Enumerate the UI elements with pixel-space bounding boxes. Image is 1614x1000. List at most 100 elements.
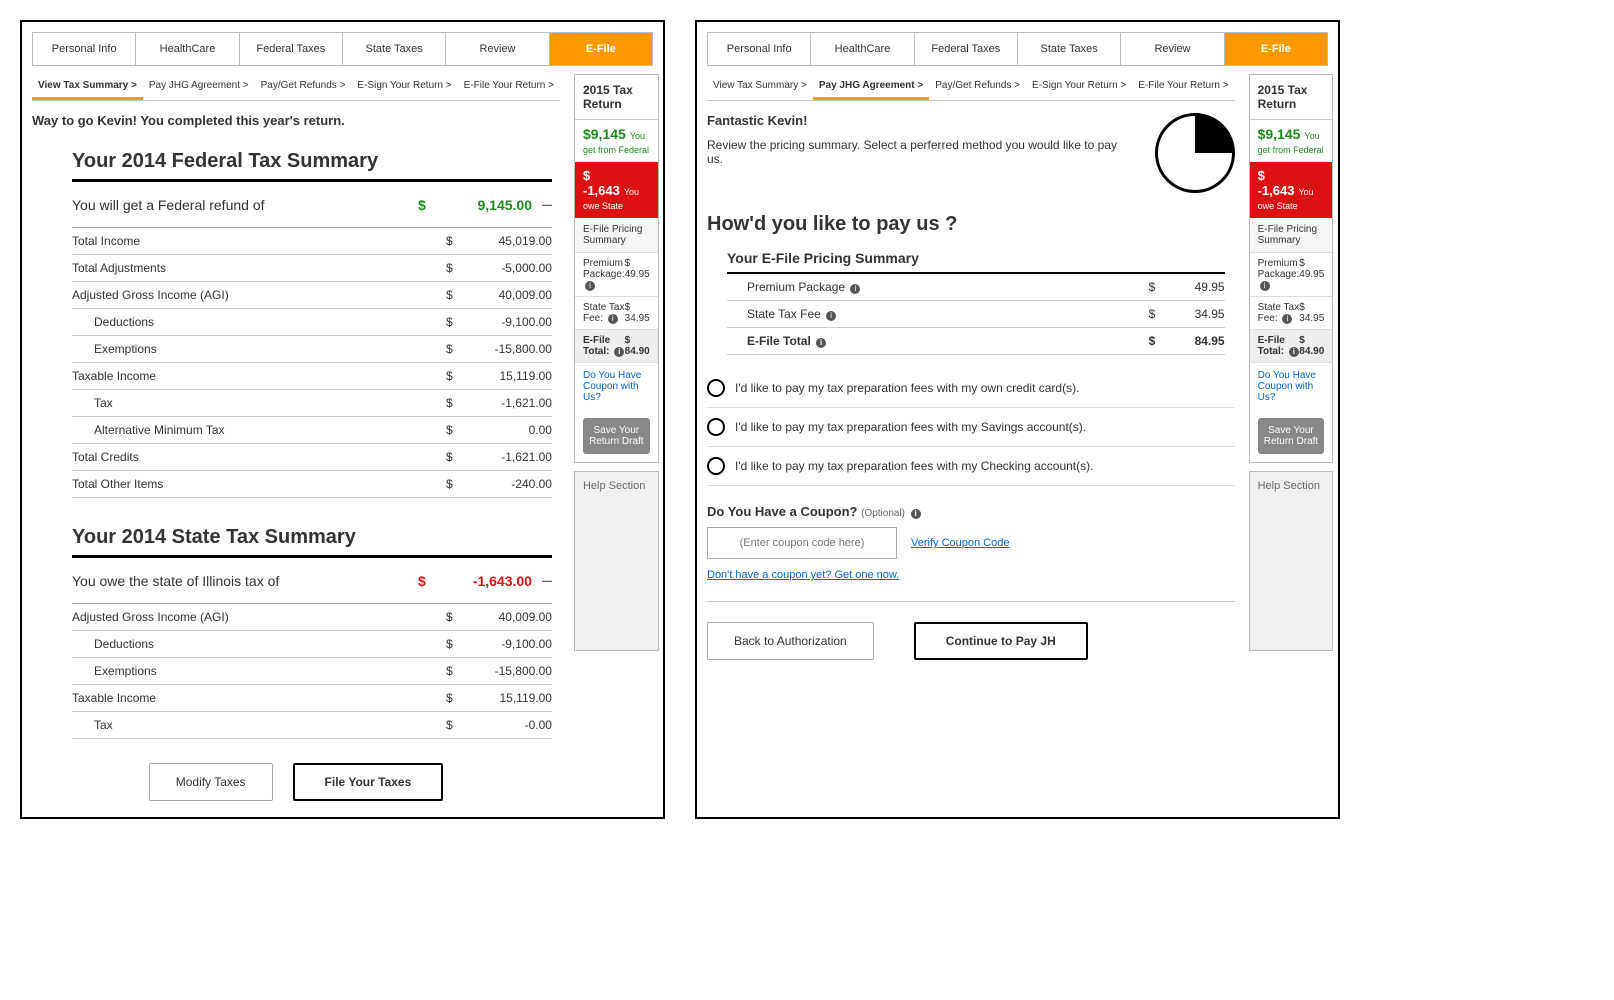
nav-tab[interactable]: Federal Taxes (240, 33, 343, 65)
summary-row: Taxable Income$15,119.00 (72, 685, 552, 712)
subnav-step[interactable]: View Tax Summary > (32, 74, 143, 100)
screen-tax-summary: Personal InfoHealthCareFederal TaxesStat… (20, 20, 665, 819)
state-title: Your 2014 State Tax Summary (72, 520, 552, 558)
subnav-step[interactable]: Pay/Get Refunds > (929, 74, 1026, 100)
help-section: Help Section (574, 471, 659, 651)
subnav-step[interactable]: E-File Your Return > (1132, 74, 1234, 100)
subnav-step[interactable]: Pay JHG Agreement > (813, 74, 929, 100)
subnav-step[interactable]: Pay/Get Refunds > (255, 74, 352, 100)
summary-row: Total Adjustments$-5,000.00 (72, 255, 552, 282)
save-draft-button[interactable]: Save Your Return Draft (1258, 418, 1325, 454)
federal-hero-label: You will get a Federal refund of (72, 197, 418, 213)
sidebar-refund: $9,145You get from Federal (1250, 120, 1333, 162)
nav-tab[interactable]: E-File (1225, 33, 1327, 65)
sidebar-price-line: E-File Total: i$ 84.90 (1250, 330, 1333, 363)
continue-button[interactable]: Continue to Pay JH (914, 622, 1088, 660)
intro-heading: Fantastic Kevin! (707, 113, 1135, 128)
radio-icon[interactable] (707, 418, 725, 436)
pricing-title: Your E-File Pricing Summary (727, 250, 1225, 274)
sidebar-price-line: Premium Package: i$ 49.95 (575, 253, 658, 297)
summary-row: Tax$-1,621.00 (72, 390, 552, 417)
subnav-step[interactable]: E-File Your Return > (458, 74, 560, 100)
sidebar-coupon-link[interactable]: Do You Have Coupon with Us? (575, 363, 658, 410)
sidebar-price-line: State Tax Fee: i$ 34.95 (1250, 297, 1333, 330)
get-coupon-link[interactable]: Don't have a coupon yet? Get one now. (707, 569, 899, 581)
file-taxes-button[interactable]: File Your Taxes (293, 763, 444, 801)
subnav-step[interactable]: Pay JHG Agreement > (143, 74, 255, 100)
nav-tab[interactable]: State Taxes (1018, 33, 1121, 65)
summary-row: Total Other Items$-240.00 (72, 471, 552, 498)
coupon-input[interactable] (707, 527, 897, 559)
info-icon[interactable]: i (585, 281, 595, 291)
nav-tab[interactable]: Personal Info (33, 33, 136, 65)
sidebar-owe: $ -1,643You owe State (1250, 162, 1333, 218)
sidebar-pricing-header: E-File Pricing Summary (575, 218, 658, 253)
price-row: E-File Total i$84.95 (727, 328, 1225, 355)
nav-tab[interactable]: State Taxes (343, 33, 446, 65)
info-icon[interactable]: i (608, 314, 618, 324)
sidebar-price-line: Premium Package: i$ 49.95 (1250, 253, 1333, 297)
nav-tab[interactable]: Personal Info (708, 33, 811, 65)
subnav-step[interactable]: View Tax Summary > (707, 74, 813, 100)
info-icon[interactable]: i (1260, 281, 1270, 291)
federal-title: Your 2014 Federal Tax Summary (72, 144, 552, 182)
verify-coupon-link[interactable]: Verify Coupon Code (911, 537, 1009, 549)
federal-refund-hero: You will get a Federal refund of $ 9,145… (72, 182, 552, 228)
nav-tab[interactable]: HealthCare (136, 33, 239, 65)
coupon-heading: Do You Have a Coupon? (Optional) i (707, 504, 1235, 519)
summary-row: Total Credits$-1,621.00 (72, 444, 552, 471)
info-icon[interactable]: i (1282, 314, 1292, 324)
sidebar-coupon-link[interactable]: Do You Have Coupon with Us? (1250, 363, 1333, 410)
sub-nav: View Tax Summary >Pay JHG Agreement >Pay… (707, 74, 1235, 101)
summary-row: Adjusted Gross Income (AGI)$40,009.00 (72, 282, 552, 309)
summary-row: Tax$-0.00 (72, 712, 552, 739)
info-icon[interactable]: i (826, 311, 836, 321)
subnav-step[interactable]: E-Sign Your Return > (351, 74, 457, 100)
summary-row: Total Income$45,019.00 (72, 228, 552, 255)
top-nav: Personal InfoHealthCareFederal TaxesStat… (32, 32, 653, 66)
subnav-step[interactable]: E-Sign Your Return > (1026, 74, 1132, 100)
summary-row: Deductions$-9,100.00 (72, 309, 552, 336)
sidebar-return-box: 2015 Tax Return$9,145You get from Federa… (574, 74, 659, 463)
save-draft-button[interactable]: Save Your Return Draft (583, 418, 650, 454)
payment-option[interactable]: I'd like to pay my tax preparation fees … (707, 369, 1235, 408)
sub-nav: View Tax Summary >Pay JHG Agreement >Pay… (32, 74, 560, 101)
payment-option[interactable]: I'd like to pay my tax preparation fees … (707, 447, 1235, 486)
price-row: State Tax Fee i$34.95 (727, 301, 1225, 328)
back-button[interactable]: Back to Authorization (707, 622, 874, 660)
payment-option[interactable]: I'd like to pay my tax preparation fees … (707, 408, 1235, 447)
info-icon[interactable]: i (1289, 347, 1299, 357)
info-icon[interactable]: i (816, 338, 826, 348)
info-icon[interactable]: i (911, 509, 921, 519)
nav-tab[interactable]: HealthCare (811, 33, 914, 65)
collapse-icon[interactable]: – (532, 194, 552, 215)
modify-taxes-button[interactable]: Modify Taxes (149, 763, 273, 801)
radio-icon[interactable] (707, 457, 725, 475)
sidebar-title: 2015 Tax Return (575, 75, 658, 120)
summary-row: Alternative Minimum Tax$0.00 (72, 417, 552, 444)
summary-row: Exemptions$-15,800.00 (72, 336, 552, 363)
screen-payment: Personal InfoHealthCareFederal TaxesStat… (695, 20, 1340, 819)
nav-tab[interactable]: Federal Taxes (915, 33, 1018, 65)
summary-row: Exemptions$-15,800.00 (72, 658, 552, 685)
sidebar-price-line: State Tax Fee: i$ 34.95 (575, 297, 658, 330)
info-icon[interactable]: i (850, 284, 860, 294)
info-icon[interactable]: i (614, 347, 624, 357)
summary-row: Deductions$-9,100.00 (72, 631, 552, 658)
collapse-icon[interactable]: – (532, 570, 552, 591)
progress-pie-icon (1155, 113, 1235, 193)
top-nav: Personal InfoHealthCareFederal TaxesStat… (707, 32, 1328, 66)
sidebar-price-line: E-File Total: i$ 84.90 (575, 330, 658, 363)
intro-text: Review the pricing summary. Select a per… (707, 138, 1135, 166)
sidebar-title: 2015 Tax Return (1250, 75, 1333, 120)
state-hero-label: You owe the state of Illinois tax of (72, 573, 418, 589)
summary-row: Adjusted Gross Income (AGI)$40,009.00 (72, 604, 552, 631)
sidebar-return-box: 2015 Tax Return$9,145You get from Federa… (1249, 74, 1334, 463)
greeting: Way to go Kevin! You completed this year… (32, 113, 560, 128)
nav-tab[interactable]: Review (446, 33, 549, 65)
nav-tab[interactable]: E-File (550, 33, 652, 65)
sidebar-pricing-header: E-File Pricing Summary (1250, 218, 1333, 253)
payment-question: How'd you like to pay us ? (707, 213, 1235, 236)
radio-icon[interactable] (707, 379, 725, 397)
nav-tab[interactable]: Review (1121, 33, 1224, 65)
